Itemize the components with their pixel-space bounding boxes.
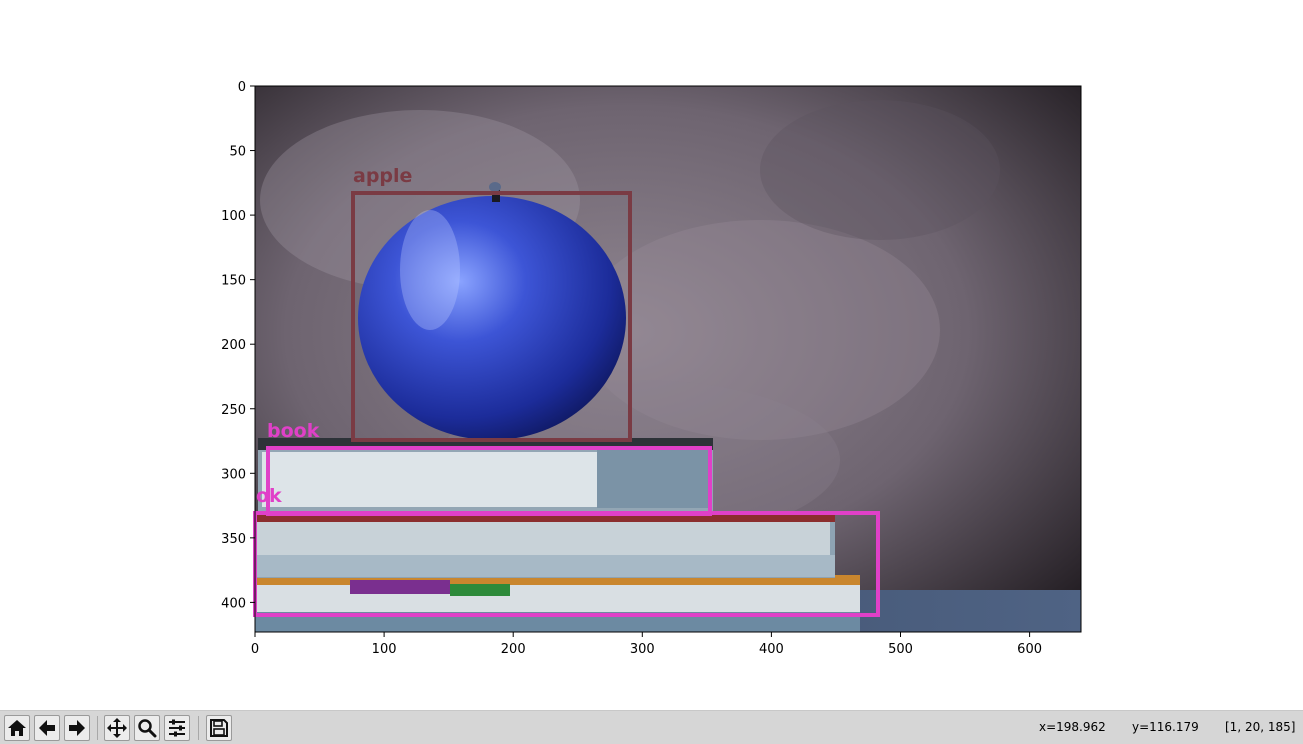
- detection-label-ok: ok: [256, 485, 282, 507]
- y-tick-label: 350: [221, 532, 246, 547]
- magnifier-icon: [138, 719, 157, 738]
- y-tick-label: 300: [221, 467, 246, 482]
- y-tick-label: 200: [221, 338, 246, 353]
- pixel-value-readout: [1, 20, 185]: [1225, 720, 1296, 734]
- y-tick-label: 250: [221, 403, 246, 418]
- navigation-toolbar: x=198.962 y=116.179 [1, 20, 185]: [0, 710, 1303, 744]
- y-tick-label: 0: [238, 80, 246, 95]
- save-button[interactable]: [206, 715, 232, 741]
- cursor-x-readout: x=198.962: [1039, 720, 1106, 734]
- figure-canvas[interactable]: apple book ok 0 100 200 300 400 500 600 0 50 100…: [0, 0, 1303, 710]
- move-icon: [107, 718, 127, 738]
- x-tick-label: 600: [1017, 642, 1042, 657]
- zoom-button[interactable]: [134, 715, 160, 741]
- y-tick-label: 100: [221, 209, 246, 224]
- y-tick-label: 150: [221, 274, 246, 289]
- toolbar-separator: [198, 716, 199, 740]
- y-tick-label: 400: [221, 596, 246, 611]
- arrow-right-icon: [69, 720, 85, 736]
- home-icon: [8, 720, 26, 736]
- arrow-left-icon: [39, 720, 55, 736]
- x-tick-label: 0: [251, 642, 259, 657]
- y-tick-label: 50: [229, 145, 246, 160]
- home-button[interactable]: [4, 715, 30, 741]
- cursor-y-readout: y=116.179: [1132, 720, 1199, 734]
- plot-area[interactable]: apple book ok 0 100 200 300 400 500 600 0 50 100…: [0, 0, 1303, 710]
- x-axis: 0 100 200 300 400 500 600: [251, 632, 1042, 657]
- sliders-icon: [169, 719, 185, 737]
- forward-button[interactable]: [64, 715, 90, 741]
- x-tick-label: 100: [372, 642, 397, 657]
- back-button[interactable]: [34, 715, 60, 741]
- detection-label-apple: apple: [353, 165, 412, 187]
- x-tick-label: 500: [888, 642, 913, 657]
- floppy-disk-icon: [210, 719, 228, 737]
- x-tick-label: 400: [759, 642, 784, 657]
- toolbar-separator: [97, 716, 98, 740]
- pan-button[interactable]: [104, 715, 130, 741]
- configure-subplots-button[interactable]: [164, 715, 190, 741]
- y-axis: 0 50 100 150 200 250 300 350 400: [221, 80, 255, 611]
- x-tick-label: 200: [501, 642, 526, 657]
- x-tick-label: 300: [630, 642, 655, 657]
- detection-label-book: book: [267, 420, 320, 442]
